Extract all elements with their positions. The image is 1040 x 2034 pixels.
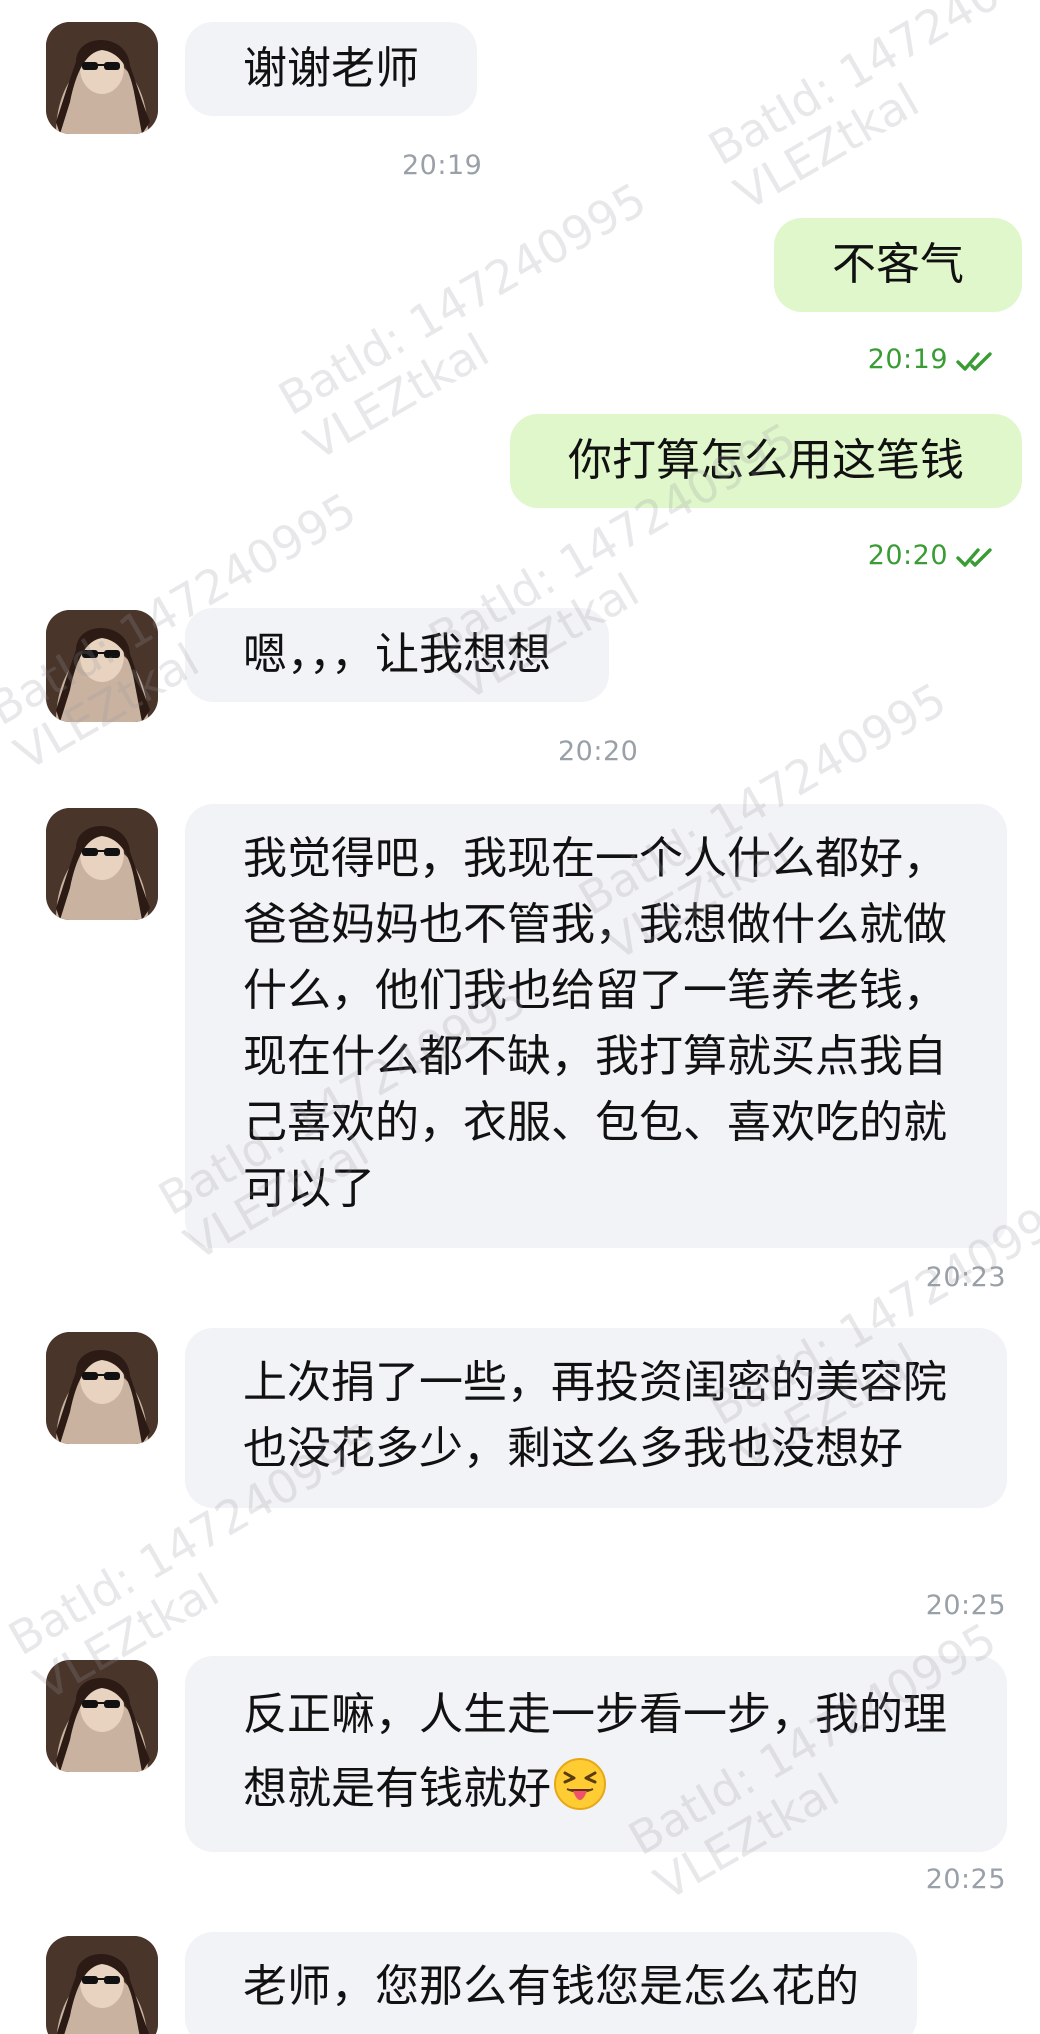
message-timestamp: 20:20	[558, 736, 639, 767]
message-bubble-incoming[interactable]: 上次捐了一些，再投资闺密的美容院也没花多少，剩这么多我也没想好	[185, 1328, 1007, 1508]
read-double-check-icon	[956, 351, 992, 371]
squinting-tongue-emoji-icon	[554, 1758, 606, 1810]
message-bubble-incoming[interactable]: 我觉得吧，我现在一个人什么都好，爸爸妈妈也不管我，我想做什么就做什么，他们我也给…	[185, 804, 1007, 1248]
message-timestamp: 20:23	[925, 1262, 1006, 1293]
message-text: 老师，您那么有钱您是怎么花的	[243, 1961, 859, 2012]
message-bubble-incoming[interactable]: 嗯，，，让我想想	[185, 608, 609, 702]
read-double-check-icon	[956, 547, 992, 567]
message-text: 我觉得吧，我现在一个人什么都好，爸爸妈妈也不管我，我想做什么就做什么，他们我也给…	[243, 833, 947, 1214]
message-timestamp: 20:20	[867, 540, 948, 571]
message-text: 谢谢老师	[243, 43, 419, 94]
message-bubble-incoming[interactable]: 反正嘛，人生走一步看一步，我的理想就是有钱就好	[185, 1656, 1007, 1852]
contact-avatar[interactable]	[46, 610, 158, 722]
message-bubble-incoming[interactable]: 谢谢老师	[185, 22, 477, 116]
contact-avatar[interactable]	[46, 1936, 158, 2034]
message-bubble-outgoing[interactable]: 你打算怎么用这笔钱	[510, 414, 1022, 508]
message-timestamp-read: 20:20	[868, 540, 1000, 571]
message-timestamp: 20:19	[402, 150, 483, 181]
contact-avatar[interactable]	[46, 1660, 158, 1772]
chat-view[interactable]: 谢谢老师 20:19 不客气 20:19 你打算怎么用这笔钱 20:20 嗯，，…	[0, 0, 1040, 2034]
message-bubble-incoming[interactable]: 老师，您那么有钱您是怎么花的	[185, 1932, 917, 2034]
message-text: 嗯，，，让我想想	[243, 629, 551, 680]
message-timestamp: 20:25	[925, 1590, 1006, 1621]
message-text: 你打算怎么用这笔钱	[568, 435, 964, 486]
contact-avatar[interactable]	[46, 808, 158, 920]
message-text: 不客气	[832, 239, 964, 290]
message-timestamp: 20:25	[925, 1864, 1006, 1895]
message-timestamp: 20:19	[867, 344, 948, 375]
message-timestamp-read: 20:19	[868, 344, 1000, 375]
message-text: 上次捐了一些，再投资闺密的美容院也没花多少，剩这么多我也没想好	[243, 1357, 947, 1474]
contact-avatar[interactable]	[46, 1332, 158, 1444]
contact-avatar[interactable]	[46, 22, 158, 134]
message-bubble-outgoing[interactable]: 不客气	[774, 218, 1022, 312]
